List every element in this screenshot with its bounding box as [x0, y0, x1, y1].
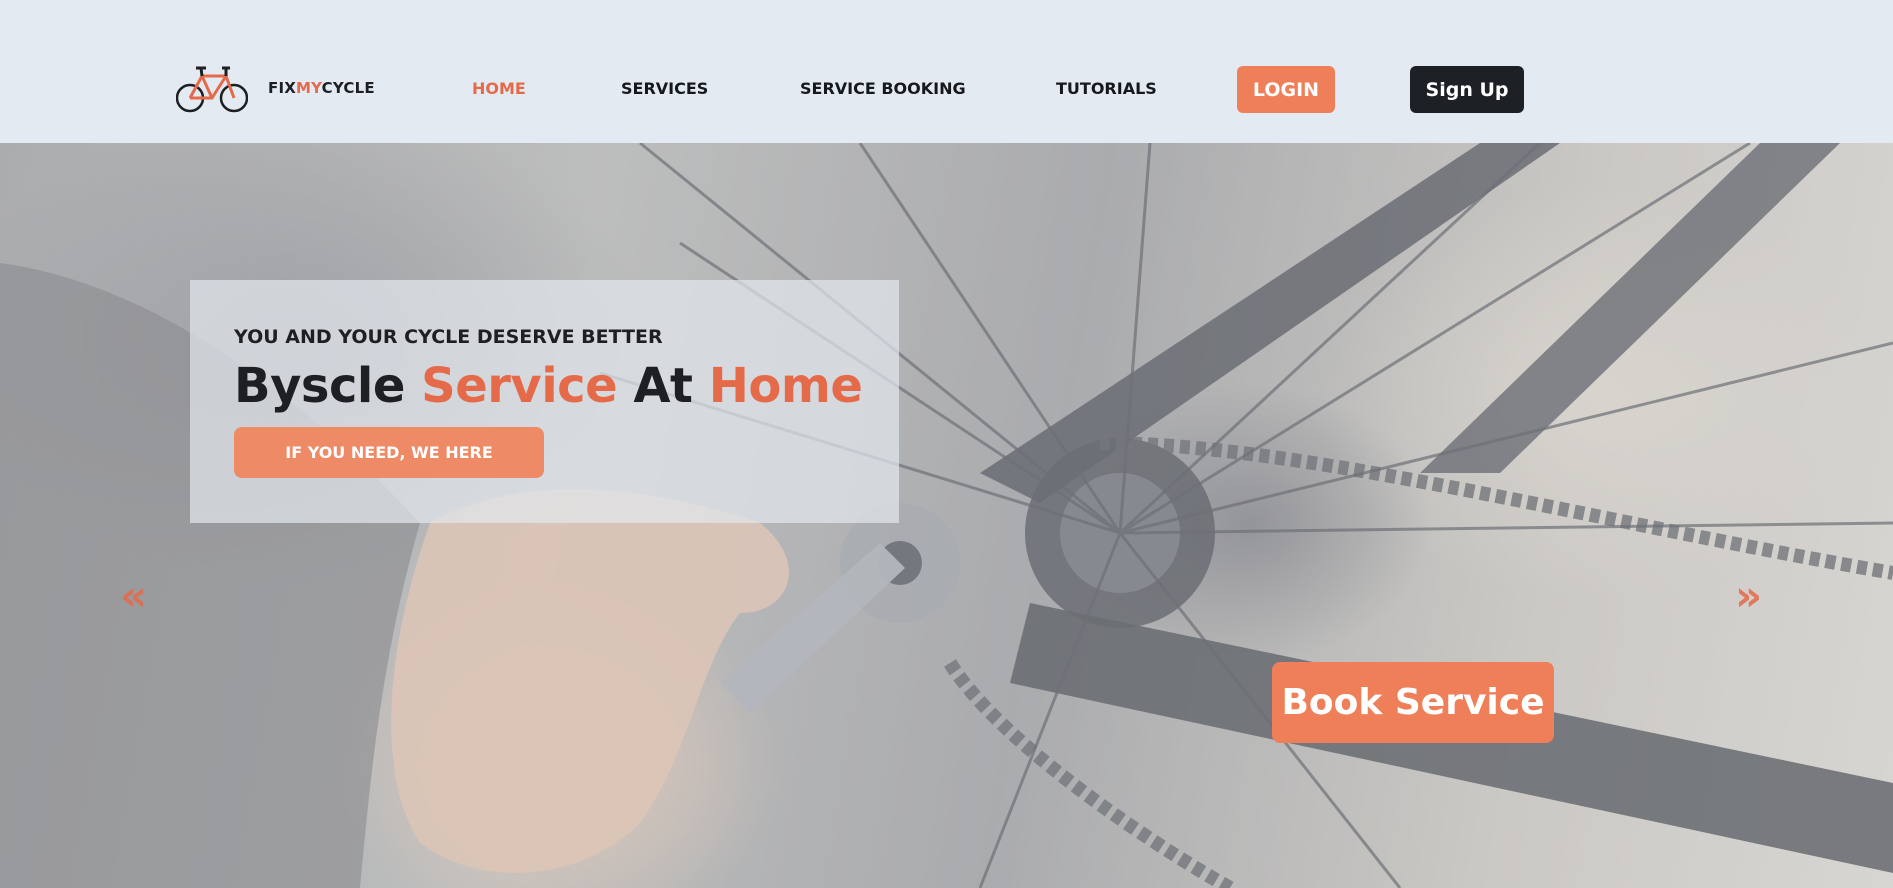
hero-cta-button[interactable]: IF YOU NEED, WE HERE — [234, 427, 544, 478]
site-header: FIXMYCYCLE HOME SERVICES SERVICE BOOKING… — [0, 0, 1893, 143]
brand-name-my: MY — [296, 79, 322, 97]
double-chevron-left-icon[interactable]: « — [120, 575, 147, 617]
hero-kicker: YOU AND YOUR CYCLE DESERVE BETTER — [234, 326, 663, 348]
hero-card: YOU AND YOUR CYCLE DESERVE BETTER Byscle… — [190, 280, 899, 523]
hero-title-at: At — [617, 358, 709, 414]
double-chevron-right-icon[interactable]: » — [1735, 575, 1762, 617]
hero-title: Byscle Service At Home — [234, 358, 863, 414]
login-button[interactable]: LOGIN — [1237, 66, 1335, 113]
bicycle-icon — [176, 66, 248, 113]
nav-service-booking[interactable]: SERVICE BOOKING — [800, 79, 966, 98]
nav-services[interactable]: SERVICES — [621, 79, 708, 98]
brand-logo[interactable]: FIXMYCYCLE — [176, 62, 375, 114]
hero-title-service: Service — [421, 358, 618, 414]
hero-title-home: Home — [708, 358, 863, 414]
hero-title-part1: Byscle — [234, 358, 422, 414]
nav-tutorials[interactable]: TUTORIALS — [1056, 79, 1157, 98]
hero-banner: YOU AND YOUR CYCLE DESERVE BETTER Byscle… — [0, 143, 1893, 888]
nav-home[interactable]: HOME — [472, 79, 526, 98]
brand-name-fix: FIX — [268, 79, 296, 97]
brand-name-cycle: CYCLE — [321, 79, 375, 97]
book-service-button[interactable]: Book Service — [1272, 662, 1554, 743]
signup-button[interactable]: Sign Up — [1410, 66, 1524, 113]
brand-name: FIXMYCYCLE — [268, 79, 375, 97]
